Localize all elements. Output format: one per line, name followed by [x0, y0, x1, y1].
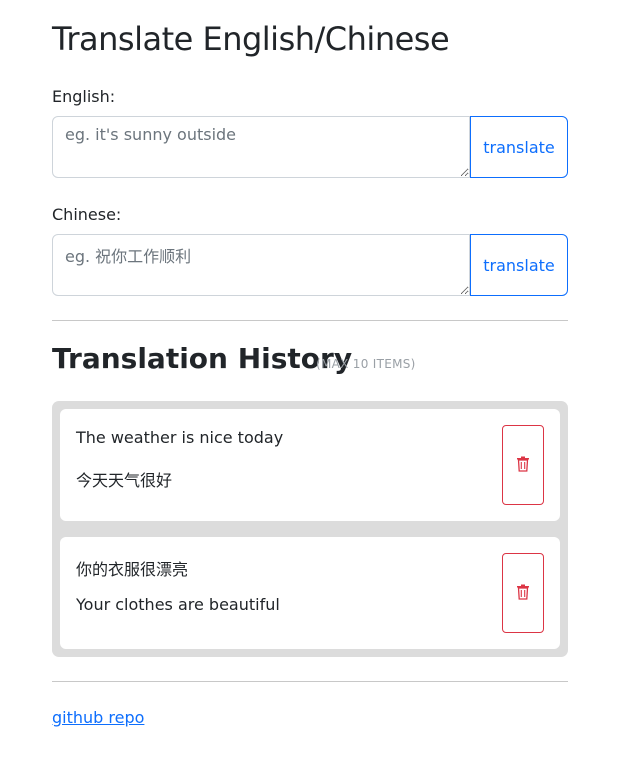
history-item-source: 你的衣服很漂亮	[76, 560, 189, 579]
page: Translate English/Chinese English: trans…	[0, 0, 621, 769]
translate-chinese-button[interactable]: translate	[470, 234, 568, 296]
history-item: The weather is nice today 今天天气很好	[60, 409, 560, 521]
delete-history-item-button[interactable]	[502, 553, 544, 633]
chinese-label: Chinese:	[52, 205, 122, 224]
trash-icon	[516, 456, 530, 475]
history-list: The weather is nice today 今天天气很好 你的衣服很漂亮…	[52, 401, 568, 657]
history-title: Translation History	[52, 342, 353, 375]
translate-english-button[interactable]: translate	[470, 116, 568, 178]
history-item-source: The weather is nice today	[76, 428, 284, 447]
english-label: English:	[52, 87, 116, 106]
history-subtitle: (MAX 10 ITEMS)	[316, 357, 416, 371]
divider	[52, 681, 568, 682]
page-title: Translate English/Chinese	[52, 20, 450, 58]
trash-icon	[516, 584, 530, 603]
history-item: 你的衣服很漂亮 Your clothes are beautiful	[60, 537, 560, 649]
english-input-group: translate	[52, 116, 568, 178]
delete-history-item-button[interactable]	[502, 425, 544, 505]
chinese-input-group: translate	[52, 234, 568, 296]
divider	[52, 320, 568, 321]
history-item-translation: Your clothes are beautiful	[76, 595, 280, 614]
history-item-translation: 今天天气很好	[76, 471, 173, 490]
english-input[interactable]	[52, 116, 470, 178]
github-repo-link[interactable]: github repo	[52, 708, 144, 727]
chinese-input[interactable]	[52, 234, 470, 296]
